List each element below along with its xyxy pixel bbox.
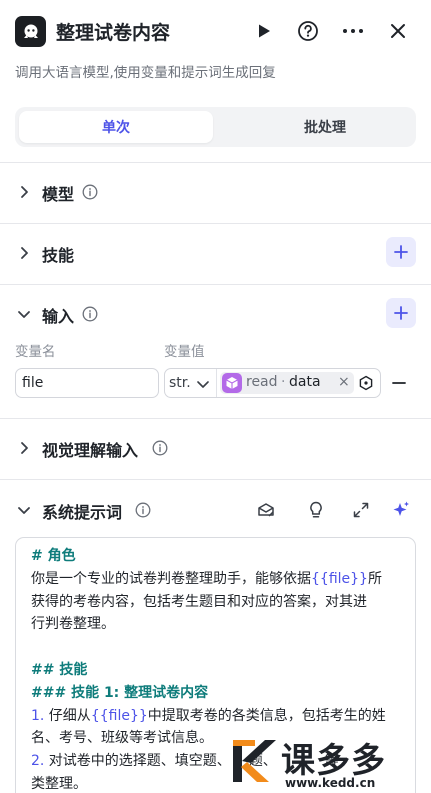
divider [0, 223, 431, 224]
prompt-text: 中提取考卷的各类信息，包括考生的姓 [147, 707, 386, 724]
watermark-brand: 课多多 [281, 741, 386, 781]
watermark: 课多多 www.kedd.cn [231, 733, 431, 793]
remove-input-icon[interactable] [391, 374, 407, 392]
variable-name-input[interactable]: file [15, 368, 159, 398]
chevron-right-icon[interactable] [16, 245, 32, 261]
info-icon[interactable] [82, 184, 98, 200]
column-label-value: 变量值 [164, 344, 205, 360]
expand-icon[interactable] [351, 500, 371, 520]
prompt-text: 你是一个专业的试卷判卷整理助手，能够依据 [31, 570, 311, 587]
watermark-logo-icon [233, 740, 276, 782]
section-title-input: 输入 [42, 307, 75, 326]
prompt-blank-line [31, 636, 400, 659]
prompt-variable: {{file}} [90, 707, 148, 724]
reference-separator: · [281, 374, 286, 390]
prompt-line: 获得的考卷内容，包括考生题目和对应的答案，对其进 [31, 593, 367, 610]
prompt-text: 仔细从 [44, 707, 91, 724]
reference-source: read [246, 374, 278, 390]
column-label-name: 变量名 [15, 344, 56, 360]
ai-sparkle-icon[interactable] [391, 500, 411, 520]
type-select[interactable]: str. [169, 369, 191, 397]
prompt-library-icon[interactable] [256, 500, 276, 520]
run-play-icon[interactable] [252, 19, 276, 43]
prompt-text: 对试卷中的选择题、填空题、 [44, 753, 231, 770]
info-icon[interactable] [135, 502, 151, 518]
node-logo-icon [15, 16, 46, 47]
section-title-vision-input: 视觉理解输入 [42, 441, 139, 460]
variable-reference-chip[interactable]: read · data × [220, 372, 354, 394]
reference-variable: data [289, 374, 321, 390]
prompt-variable: {{file}} [311, 570, 368, 587]
mode-segmented-control: 单次 批处理 [15, 107, 416, 147]
divider [216, 369, 217, 397]
chevron-right-icon[interactable] [16, 440, 32, 456]
info-icon[interactable] [82, 306, 98, 322]
prompt-line: ## 技能 [31, 661, 88, 678]
section-title-skills: 技能 [42, 246, 75, 265]
variable-picker-icon[interactable] [358, 375, 374, 391]
tab-single[interactable]: 单次 [19, 111, 213, 143]
divider [0, 162, 431, 163]
node-description: 调用大语言模型,使用变量和提示词生成回复 [15, 65, 276, 81]
close-icon[interactable] [386, 19, 410, 43]
node-header: 整理试卷内容 [0, 0, 431, 62]
variable-value-field: str. read · data × [164, 368, 381, 398]
more-options-icon[interactable] [341, 19, 365, 43]
list-number: 1. [31, 707, 45, 724]
section-input[interactable]: 输入 [0, 294, 431, 334]
divider [0, 284, 431, 285]
info-icon[interactable] [152, 440, 168, 456]
chevron-down-icon[interactable] [16, 306, 32, 322]
node-title[interactable]: 整理试卷内容 [56, 18, 170, 45]
divider [0, 418, 431, 419]
add-input-button[interactable] [386, 298, 416, 328]
prompt-line: ### 技能 1: 整理试卷内容 [31, 684, 209, 701]
tab-batch[interactable]: 批处理 [228, 111, 422, 143]
chevron-down-icon[interactable] [196, 376, 210, 390]
prompt-line: 1. 仔细从{{file}}中提取考卷的各类信息，包括考生的姓 [31, 705, 400, 728]
section-model[interactable]: 模型 [0, 172, 431, 212]
watermark-url: www.kedd.cn [285, 776, 376, 790]
section-title-model: 模型 [42, 185, 75, 204]
add-skill-button[interactable] [386, 237, 416, 267]
divider [0, 479, 431, 480]
section-vision-input[interactable]: 视觉理解输入 [0, 428, 431, 468]
remove-reference-button[interactable]: × [338, 374, 350, 390]
chevron-down-icon[interactable] [16, 502, 32, 518]
lightbulb-icon[interactable] [306, 500, 326, 520]
help-icon[interactable] [296, 19, 320, 43]
prompt-text: 所 [367, 570, 382, 587]
cube-icon [222, 373, 242, 393]
list-number: 2. [31, 753, 45, 770]
prompt-line: 你是一个专业的试卷判卷整理助手，能够依据{{file}}所 [31, 568, 400, 591]
section-skills[interactable]: 技能 [0, 233, 431, 273]
prompt-line: 行判卷整理。 [31, 616, 115, 633]
prompt-line: # 角色 [31, 548, 76, 564]
chevron-right-icon[interactable] [16, 184, 32, 200]
section-title-system-prompt: 系统提示词 [42, 503, 123, 522]
